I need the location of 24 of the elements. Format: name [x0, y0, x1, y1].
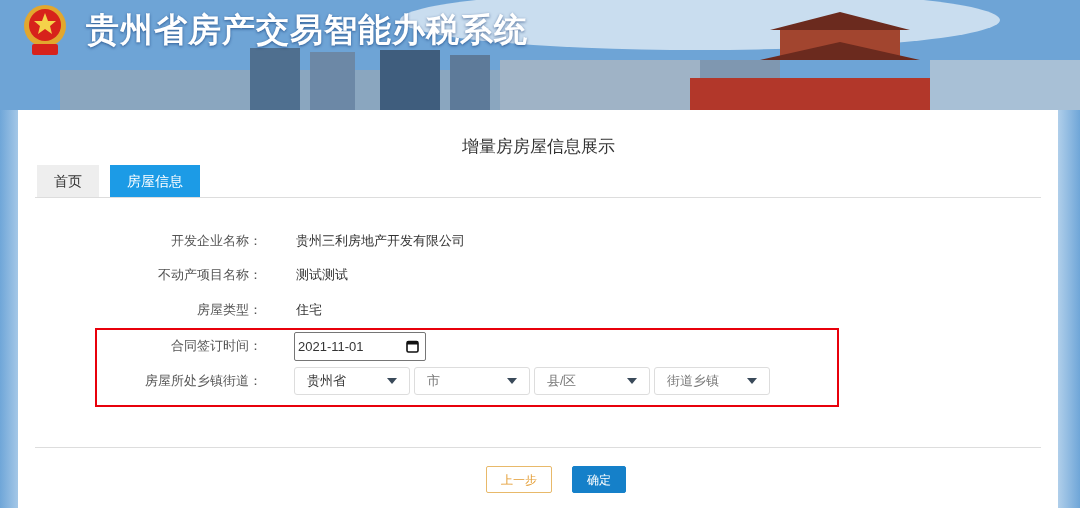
field-label: 开发企业名称：: [170, 232, 262, 250]
field-label: 合同签订时间：: [170, 338, 262, 356]
page-title: 增量房房屋信息展示: [460, 136, 616, 158]
field-value: 测试测试: [296, 267, 348, 285]
caret-icon: [747, 378, 757, 385]
dropdown[interactable]: 市: [414, 367, 530, 396]
field-label: 房屋所处乡镇街道：: [144, 372, 262, 390]
dropdown[interactable]: 街道乡镇: [654, 367, 770, 396]
emblem-icon: [22, 4, 68, 56]
date-field[interactable]: 2021-11-01: [294, 332, 426, 362]
confirm-button[interactable]: 确定: [571, 466, 626, 493]
back-button[interactable]: 上一步: [485, 466, 552, 493]
caret-icon: [627, 378, 637, 385]
caret-icon: [507, 378, 517, 385]
tab[interactable]: 首页: [37, 165, 99, 197]
dropdown[interactable]: 县/区: [534, 367, 650, 396]
calendar-icon: [406, 340, 419, 354]
field-value: 住宅: [296, 301, 322, 319]
caret-icon: [387, 378, 397, 385]
field-value: 贵州三利房地产开发有限公司: [296, 232, 465, 250]
field-label: 房屋类型：: [196, 301, 262, 319]
field-label: 不动产项目名称：: [157, 267, 262, 285]
tab[interactable]: 房屋信息: [110, 165, 200, 197]
dropdown[interactable]: 贵州省: [294, 367, 410, 396]
